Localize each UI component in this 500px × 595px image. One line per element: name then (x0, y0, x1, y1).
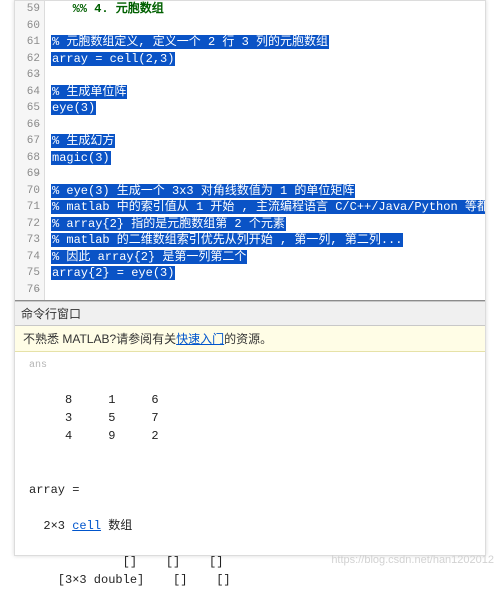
spacer (29, 445, 471, 463)
matrix-row: 4 9 2 (29, 427, 471, 445)
code-line[interactable]: % 生成幻方 (51, 133, 485, 150)
code-line[interactable]: % 元胞数组定义, 定义一个 2 行 3 列的元胞数组 (51, 34, 485, 51)
code-line[interactable]: % matlab 中的索引值从 1 开始 , 主流编程语言 C/C++/Java… (51, 199, 485, 216)
code-line[interactable]: array{2} = eye(3) (51, 265, 485, 282)
code-line[interactable]: %% 4. 元胞数组 (51, 1, 485, 18)
watermark: https://blog.csdn.net/han1202012 (331, 554, 494, 566)
array-label: array = (29, 481, 471, 499)
code-line[interactable] (51, 166, 485, 183)
code-line[interactable] (51, 117, 485, 134)
line-number: 75 — (15, 265, 40, 282)
code-line[interactable]: % 因此 array{2} 是第一列第二个 (51, 249, 485, 266)
cell-size-line: 2×3 cell 数组 (29, 517, 471, 535)
cell-keyword-link[interactable]: cell (72, 519, 101, 533)
command-window-titlebar: 命令行窗口 (15, 301, 485, 326)
matrix-spacer (29, 373, 471, 391)
code-line[interactable] (51, 18, 485, 35)
line-number: 59 (15, 1, 40, 18)
line-number: 64 (15, 84, 40, 101)
matrix-row: 3 5 7 (29, 409, 471, 427)
code-area[interactable]: %% 4. 元胞数组% 元胞数组定义, 定义一个 2 行 3 列的元胞数组arr… (45, 1, 485, 300)
line-number: 72 (15, 216, 40, 233)
line-number: 65 — (15, 100, 40, 117)
getting-started-banner: 不熟悉 MATLAB?请参阅有关快速入门的资源。 (15, 326, 485, 352)
line-number: 61 (15, 34, 40, 51)
spacer (29, 499, 471, 517)
code-line[interactable]: % eye(3) 生成一个 3x3 对角线数值为 1 的单位矩阵 (51, 183, 485, 200)
spacer (29, 535, 471, 553)
magic-matrix: 8 1 6 3 5 7 4 9 2 (29, 391, 471, 445)
command-window-title: 命令行窗口 (21, 307, 81, 321)
app-frame: 59606162 —636465 —666768 —69707172737475… (14, 0, 486, 556)
banner-prefix: 不熟悉 MATLAB?请参阅有关 (23, 332, 176, 346)
line-number: 60 (15, 18, 40, 35)
code-line[interactable]: array = cell(2,3) (51, 51, 485, 68)
line-number: 62 — (15, 51, 40, 68)
line-number: 73 (15, 232, 40, 249)
code-line[interactable]: magic(3) (51, 150, 485, 167)
code-line[interactable]: % matlab 的二维数组索引优先从列开始 , 第一列, 第二列... (51, 232, 485, 249)
line-number: 71 (15, 199, 40, 216)
code-line[interactable]: % 生成单位阵 (51, 84, 485, 101)
code-editor[interactable]: 59606162 —636465 —666768 —69707172737475… (15, 1, 485, 301)
line-gutter: 59606162 —636465 —666768 —69707172737475… (15, 1, 45, 300)
cell-row: [3×3 double] [] [] (29, 571, 471, 589)
code-line[interactable] (51, 67, 485, 84)
line-number: 63 (15, 67, 40, 84)
code-line[interactable] (51, 282, 485, 299)
line-number: 76 (15, 282, 40, 299)
code-line[interactable]: eye(3) (51, 100, 485, 117)
quick-start-link[interactable]: 快速入门 (176, 332, 224, 346)
line-number: 67 (15, 133, 40, 150)
ans-label: ans (29, 358, 471, 373)
banner-suffix: 的资源。 (224, 332, 272, 346)
line-number: 70 (15, 183, 40, 200)
code-line[interactable]: % array{2} 指的是元胞数组第 2 个元素 (51, 216, 485, 233)
line-number: 66 (15, 117, 40, 134)
matrix-row: 8 1 6 (29, 391, 471, 409)
spacer (29, 463, 471, 481)
line-number: 69 (15, 166, 40, 183)
line-number: 68 — (15, 150, 40, 167)
line-number: 74 (15, 249, 40, 266)
